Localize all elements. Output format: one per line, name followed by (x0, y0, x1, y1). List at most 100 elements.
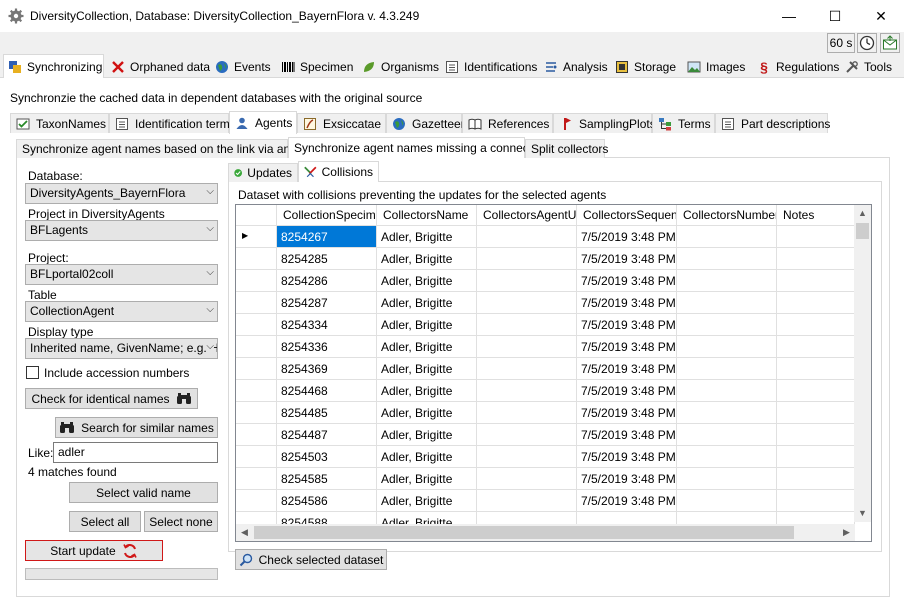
tab-exsiccatae[interactable]: Exsiccatae (297, 113, 386, 133)
table-cell[interactable] (477, 402, 577, 424)
table-cell[interactable]: 8254485 (277, 402, 377, 424)
row-header[interactable] (236, 314, 277, 336)
tab-organisms[interactable]: Organisms (358, 56, 443, 78)
tab-synchronizing[interactable]: Synchronizing (3, 54, 104, 79)
table-cell[interactable] (477, 446, 577, 468)
tab-sync-missing-connection[interactable]: Synchronize agent names missing a connec… (288, 137, 548, 158)
table-cell[interactable]: 7/5/2019 3:48 PM (577, 270, 677, 292)
tab-tools[interactable]: Tools (841, 56, 896, 78)
table-cell[interactable]: 8254585 (277, 468, 377, 490)
table-cell[interactable] (477, 270, 577, 292)
tab-samplingplots[interactable]: SamplingPlots (553, 113, 656, 133)
table-cell[interactable] (477, 380, 577, 402)
table-cell[interactable]: Adler, Brigitte (377, 358, 477, 380)
include-accession-checkbox[interactable] (26, 366, 39, 379)
row-header[interactable] (236, 292, 277, 314)
display-type-combobox[interactable]: Inherited name, GivenName; e.g. He ⌵ (25, 338, 218, 359)
collisions-grid[interactable]: CollectionSpecimenID CollectorsName Coll… (235, 204, 872, 542)
maximize-button[interactable]: ☐ (812, 0, 858, 32)
row-header[interactable]: ▶ (236, 226, 277, 248)
table-cell[interactable] (777, 270, 855, 292)
row-header[interactable] (236, 468, 277, 490)
tab-storage[interactable]: Storage (611, 56, 680, 78)
table-cell[interactable]: 7/5/2019 3:48 PM (577, 358, 677, 380)
like-input[interactable]: adler (53, 442, 218, 463)
tab-specimen[interactable]: Specimen (277, 56, 357, 78)
table-cell[interactable]: Adler, Brigitte (377, 226, 477, 248)
column-header[interactable]: CollectorsName (377, 205, 477, 226)
table-cell[interactable] (777, 424, 855, 446)
clock-button[interactable] (857, 33, 877, 53)
table-cell[interactable]: 7/5/2019 3:48 PM (577, 248, 677, 270)
table-row[interactable]: 8254336 Adler, Brigitte 7/5/2019 3:48 PM (236, 336, 855, 358)
table-cell[interactable] (677, 424, 777, 446)
tab-sync-via-uri[interactable]: Synchronize agent names based on the lin… (16, 139, 314, 158)
column-header[interactable]: CollectorsAgentURI (477, 205, 577, 226)
table-cell[interactable] (777, 358, 855, 380)
table-cell[interactable]: 8254503 (277, 446, 377, 468)
table-row[interactable]: 8254287 Adler, Brigitte 7/5/2019 3:48 PM (236, 292, 855, 314)
minimize-button[interactable]: — (766, 0, 812, 32)
table-cell[interactable] (677, 402, 777, 424)
tab-analysis[interactable]: Analysis (540, 56, 612, 78)
tab-part-descriptions[interactable]: Part descriptions (715, 113, 830, 133)
table-row[interactable]: 8254487 Adler, Brigitte 7/5/2019 3:48 PM (236, 424, 855, 446)
table-cell[interactable]: 7/5/2019 3:48 PM (577, 446, 677, 468)
tab-regulations[interactable]: § Regulations (753, 56, 843, 78)
table-cell[interactable] (477, 226, 577, 248)
table-cell[interactable] (677, 226, 777, 248)
table-cell[interactable]: 8254285 (277, 248, 377, 270)
table-cell[interactable] (677, 292, 777, 314)
select-valid-name-button[interactable]: Select valid name (69, 482, 218, 503)
tab-gazetteer[interactable]: Gazetteer (386, 113, 465, 133)
table-cell[interactable]: 7/5/2019 3:48 PM (577, 424, 677, 446)
horizontal-scrollbar[interactable]: ◀ ▶ (236, 524, 855, 541)
table-cell[interactable]: 8254287 (277, 292, 377, 314)
table-cell[interactable]: Adler, Brigitte (377, 490, 477, 512)
table-cell[interactable]: 7/5/2019 3:48 PM (577, 468, 677, 490)
row-header[interactable] (236, 424, 277, 446)
table-cell[interactable]: 7/5/2019 3:48 PM (577, 402, 677, 424)
tab-references[interactable]: References (462, 113, 553, 133)
row-header[interactable] (236, 402, 277, 424)
project-combobox[interactable]: BFLportal02coll ⌵ (25, 264, 218, 285)
table-row[interactable]: 8254369 Adler, Brigitte 7/5/2019 3:48 PM (236, 358, 855, 380)
table-combobox[interactable]: CollectionAgent ⌵ (25, 301, 218, 322)
table-cell[interactable]: 7/5/2019 3:48 PM (577, 336, 677, 358)
tab-events[interactable]: Events (211, 56, 275, 78)
table-cell[interactable] (777, 490, 855, 512)
table-cell[interactable] (477, 468, 577, 490)
table-cell[interactable] (677, 358, 777, 380)
table-cell[interactable]: 8254267 (277, 226, 377, 248)
table-cell[interactable]: Adler, Brigitte (377, 402, 477, 424)
table-cell[interactable]: 8254468 (277, 380, 377, 402)
table-cell[interactable]: Adler, Brigitte (377, 424, 477, 446)
table-cell[interactable] (677, 490, 777, 512)
table-cell[interactable]: Adler, Brigitte (377, 292, 477, 314)
row-header[interactable] (236, 336, 277, 358)
table-cell[interactable] (777, 292, 855, 314)
row-header[interactable] (236, 270, 277, 292)
row-header[interactable] (236, 248, 277, 270)
row-header[interactable] (236, 380, 277, 402)
project-agents-combobox[interactable]: BFLagents ⌵ (25, 220, 218, 241)
scroll-thumb[interactable] (254, 526, 794, 539)
table-cell[interactable] (677, 248, 777, 270)
table-cell[interactable] (777, 380, 855, 402)
table-cell[interactable] (477, 358, 577, 380)
table-row[interactable]: 8254503 Adler, Brigitte 7/5/2019 3:48 PM (236, 446, 855, 468)
row-header[interactable] (236, 490, 277, 512)
table-cell[interactable] (677, 468, 777, 490)
table-row[interactable]: 8254485 Adler, Brigitte 7/5/2019 3:48 PM (236, 402, 855, 424)
table-cell[interactable] (677, 446, 777, 468)
table-row[interactable]: 8254334 Adler, Brigitte 7/5/2019 3:48 PM (236, 314, 855, 336)
scroll-down-icon[interactable]: ▼ (854, 505, 871, 522)
table-cell[interactable] (777, 468, 855, 490)
start-update-button[interactable]: Start update (25, 540, 163, 561)
table-cell[interactable]: 8254336 (277, 336, 377, 358)
table-cell[interactable] (777, 402, 855, 424)
vertical-scrollbar[interactable]: ▲ ▼ (854, 205, 871, 522)
scroll-up-icon[interactable]: ▲ (854, 205, 871, 222)
table-cell[interactable] (777, 248, 855, 270)
column-header[interactable]: CollectionSpecimenID (277, 205, 377, 226)
